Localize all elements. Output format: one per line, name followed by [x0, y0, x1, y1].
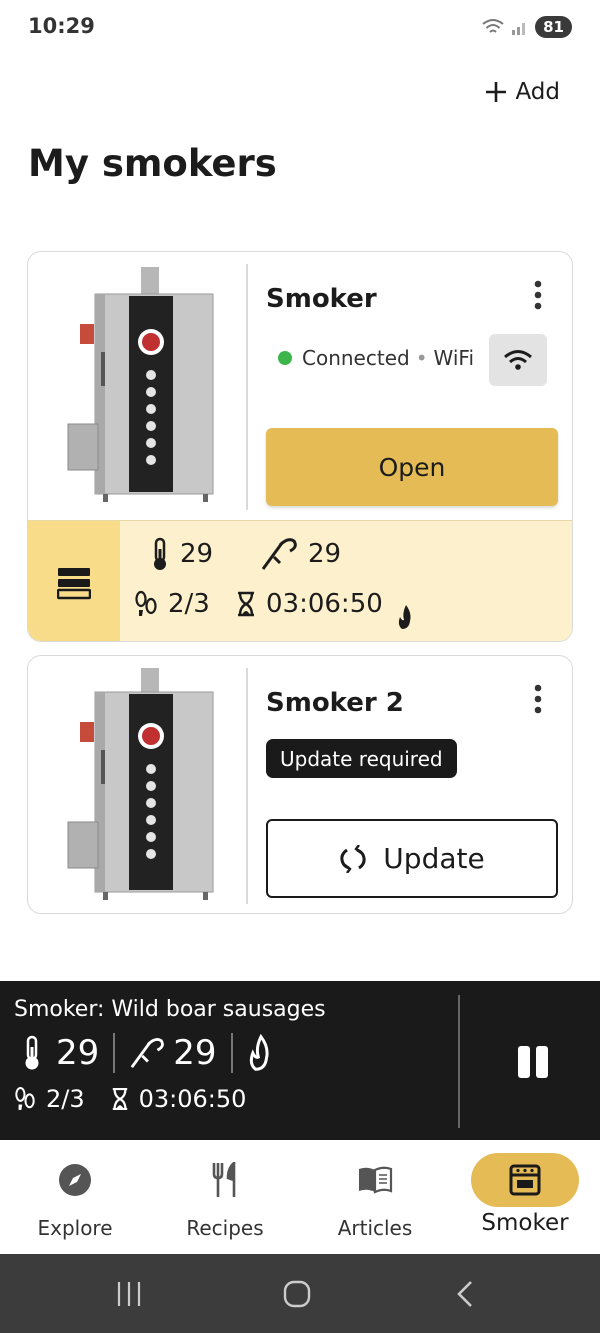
connection-status-label: Connected — [302, 346, 410, 370]
nav-smoker[interactable] — [471, 1153, 579, 1207]
steps-icon — [135, 590, 157, 616]
update-required-badge: Update required — [266, 739, 457, 778]
temperature-stat: 29 — [150, 537, 213, 571]
stats-toggle[interactable] — [28, 521, 120, 641]
smoker-image — [67, 668, 214, 900]
smoker-card-1[interactable]: Smoker Connected • WiFi Open 29 29 2/3 0… — [27, 251, 573, 642]
nav-explore[interactable]: Explore — [0, 1140, 150, 1254]
card-divider — [246, 668, 248, 904]
recent-apps-icon[interactable] — [116, 1281, 142, 1307]
player-progress-row: 2/3 03:06:50 — [14, 1085, 246, 1113]
connected-dot — [278, 351, 292, 365]
connection-type-label: WiFi — [433, 346, 475, 370]
wifi-button[interactable] — [489, 334, 547, 386]
more-options-icon[interactable] — [534, 280, 542, 310]
probe-stat: 29 — [260, 537, 341, 571]
page-title: My smokers — [28, 142, 277, 185]
book-icon — [359, 1166, 393, 1194]
active-cook-player[interactable]: Smoker: Wild boar sausages 29 29 2/3 03:… — [0, 981, 600, 1140]
timer-stat: 03:06:50 — [236, 589, 383, 619]
flame-icon — [398, 605, 411, 629]
thermometer-icon — [154, 537, 166, 570]
smoker-card-2[interactable]: Smoker 2 Update required Update — [27, 655, 573, 914]
separator-dot: • — [415, 346, 428, 370]
stage-stat: 2/3 — [134, 589, 210, 619]
smoker-racks-icon — [57, 567, 91, 599]
probe-icon — [261, 538, 297, 570]
back-icon[interactable] — [455, 1280, 475, 1308]
player-separator — [113, 1033, 116, 1073]
nav-label: Explore — [37, 1216, 113, 1240]
card-divider — [246, 264, 248, 510]
player-divider — [458, 995, 460, 1128]
hourglass-icon — [238, 591, 254, 617]
stats-band[interactable]: 29 29 2/3 03:06:50 — [28, 520, 572, 641]
nav-articles[interactable]: Articles — [300, 1140, 450, 1254]
steps-icon — [15, 1086, 35, 1110]
update-button[interactable]: Update — [266, 819, 558, 898]
player-stage: 2/3 — [46, 1085, 85, 1113]
smoker-name: Smoker — [266, 284, 377, 314]
timer-value: 03:06:50 — [266, 589, 383, 619]
hourglass-icon — [112, 1088, 127, 1110]
status-time: 10:29 — [28, 14, 95, 38]
pause-button[interactable] — [508, 1037, 558, 1087]
stage-value: 2/3 — [168, 589, 210, 619]
plus-icon — [486, 82, 507, 102]
connection-status: Connected • WiFi — [278, 346, 474, 370]
status-bar: 10:29 81 — [0, 0, 600, 56]
smoker-image — [67, 267, 214, 502]
player-title: Smoker: Wild boar sausages — [14, 997, 326, 1022]
nav-recipes[interactable]: Recipes — [150, 1140, 300, 1254]
thermometer-icon — [25, 1035, 39, 1070]
add-smoker-button[interactable]: Add — [485, 74, 560, 110]
cutlery-icon — [212, 1162, 236, 1197]
player-separator — [230, 1033, 233, 1073]
nav-label: Articles — [337, 1216, 413, 1240]
compass-icon — [59, 1164, 91, 1196]
smoker-icon — [509, 1164, 541, 1196]
status-icons: 81 — [481, 16, 572, 38]
smoker-name: Smoker 2 — [266, 688, 404, 718]
player-timer: 03:06:50 — [138, 1085, 247, 1113]
battery-indicator: 81 — [535, 16, 572, 38]
home-icon[interactable] — [283, 1280, 311, 1308]
player-stats-row: 29 29 — [22, 1033, 275, 1073]
nav-label-active: Smoker — [481, 1210, 569, 1236]
player-temperature: 29 — [56, 1033, 100, 1073]
system-nav-bar — [0, 1254, 600, 1333]
sync-icon — [340, 844, 366, 873]
probe-value: 29 — [308, 539, 342, 569]
open-button[interactable]: Open — [266, 428, 558, 506]
player-probe: 29 — [173, 1033, 217, 1073]
signal-icon — [512, 23, 526, 35]
wifi-icon — [504, 350, 532, 370]
flame-icon — [249, 1034, 269, 1071]
add-label: Add — [515, 79, 560, 105]
more-options-icon[interactable] — [534, 684, 542, 714]
probe-icon — [130, 1038, 165, 1069]
nav-label: Recipes — [186, 1216, 264, 1240]
update-label: Update — [383, 842, 485, 875]
pause-icon — [518, 1046, 548, 1078]
temperature-value: 29 — [180, 539, 214, 569]
wifi-status-icon — [482, 19, 504, 33]
bottom-nav: Explore Recipes Articles Smoker — [0, 1140, 600, 1254]
